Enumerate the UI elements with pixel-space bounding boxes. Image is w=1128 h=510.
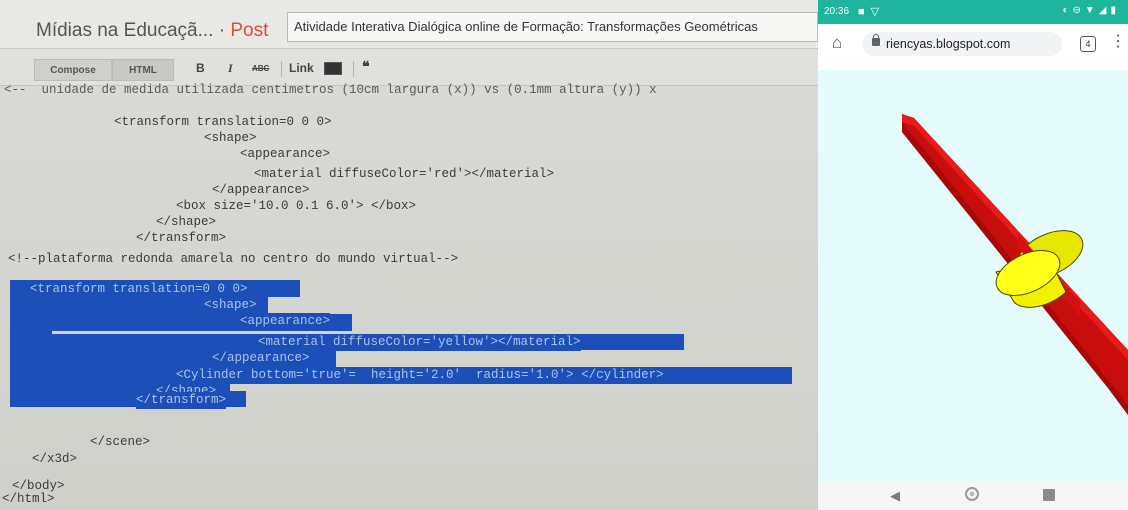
bold-button[interactable]: B (196, 61, 205, 75)
tabs-icon[interactable]: 4 (1080, 36, 1096, 52)
status-bar: 20:36 ■▽ ◐⊖▼◢▮ (818, 0, 1128, 24)
code-line-selected: <shape> (204, 297, 257, 314)
x3d-scene[interactable] (818, 70, 1128, 482)
signal-battery-icons: ◐⊖▼◢▮ (1062, 5, 1120, 16)
post-title-input[interactable]: Atividade Interativa Dialógica online de… (287, 12, 818, 42)
compose-mode-button[interactable]: Compose (34, 59, 112, 81)
link-button[interactable]: Link (289, 61, 314, 75)
toolbar-separator (281, 61, 282, 77)
code-line-selected: <material diffuseColor='yellow'></materi… (258, 334, 581, 351)
code-line-selected: <appearance> (240, 313, 331, 330)
editor-toolbar: Compose HTML B I ABC Link ❝ (0, 49, 818, 86)
blog-name[interactable]: Mídias na Educaçã... (36, 20, 213, 41)
code-line: </appearance> (212, 183, 310, 197)
recent-apps-icon[interactable] (1043, 489, 1055, 501)
browser-url-bar: ⌂ riencyas.blogspot.com 4 ⋮ (818, 24, 1128, 71)
android-nav-bar: ◀ (818, 482, 1128, 510)
toolbar-separator (353, 61, 354, 77)
code-line: <shape> (204, 131, 257, 145)
italic-button[interactable]: I (228, 61, 233, 76)
code-line: <box size='10.0 0.1 6.0'> </box> (176, 199, 417, 213)
code-line: <material diffuseColor='red'></material> (254, 167, 555, 181)
code-line: </transform> (136, 231, 227, 245)
blog-title[interactable]: Mídias na Educaçã... · Post (36, 20, 268, 42)
code-line: </scene> (90, 435, 151, 449)
code-line-selected: </appearance> (212, 350, 310, 367)
url-text[interactable]: riencyas.blogspot.com (886, 37, 1010, 51)
x3d-viewport[interactable] (818, 70, 1128, 482)
code-line: </shape> (156, 215, 217, 229)
notification-icons: ■▽ (858, 6, 886, 18)
back-icon[interactable]: ◀ (890, 488, 900, 504)
html-mode-button[interactable]: HTML (112, 59, 174, 81)
phone-screen: 20:36 ■▽ ◐⊖▼◢▮ ⌂ riencyas.blogspot.com 4… (818, 0, 1128, 510)
image-button[interactable] (320, 61, 342, 76)
home-icon[interactable]: ⌂ (828, 34, 846, 52)
code-line: <transform translation=0 0 0> (114, 115, 332, 129)
image-icon (324, 62, 342, 76)
code-line: <-- unidade de medida utilizada centimet… (4, 83, 657, 97)
post-label: Post (230, 20, 269, 41)
title-separator: · (213, 20, 231, 41)
code-line: <appearance> (240, 147, 331, 161)
html-code-area[interactable]: <-- unidade de medida utilizada centimet… (0, 83, 818, 510)
code-line-selected: </transform> (136, 392, 227, 409)
quote-button[interactable]: ❝ (362, 58, 370, 75)
code-line: </html> (2, 492, 55, 506)
editor-header: Mídias na Educaçã... · Post Atividade In… (0, 0, 818, 49)
home-nav-icon[interactable] (965, 487, 979, 501)
strikethrough-button[interactable]: ABC (252, 64, 269, 73)
lock-icon (872, 34, 880, 46)
menu-icon[interactable]: ⋮ (1110, 34, 1126, 50)
code-line-selected: <Cylinder bottom='true'= height='2.0' ra… (176, 367, 664, 384)
code-comment: <!--plataforma redonda amarela no centro… (8, 252, 459, 266)
tab-count: 4 (1085, 39, 1091, 49)
blogger-editor: Mídias na Educaçã... · Post Atividade In… (0, 0, 818, 510)
url-field[interactable]: riencyas.blogspot.com (862, 32, 1062, 56)
link-label: Link (289, 61, 314, 75)
code-line: </x3d> (32, 452, 78, 466)
code-line-selected: <transform translation=0 0 0> (30, 281, 248, 298)
status-time: 20:36 (824, 6, 850, 17)
